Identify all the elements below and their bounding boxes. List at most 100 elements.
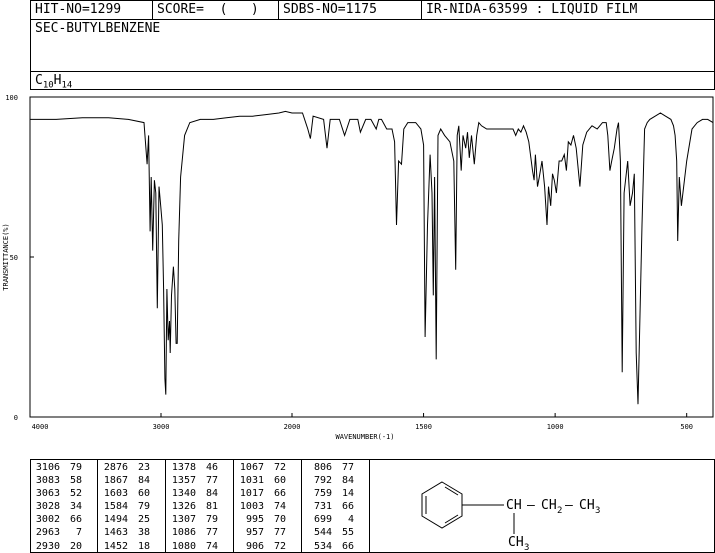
peak-transmittance: 66 xyxy=(341,540,354,552)
ch2-group: CH xyxy=(541,498,557,513)
x-axis-label: WAVENUMBER(-1) xyxy=(335,433,394,441)
peak-transmittance: 74 xyxy=(273,501,286,513)
y-tick-label: 0 xyxy=(14,414,18,422)
peak-wavenumber: 957 xyxy=(245,527,264,539)
peak-row: 1003 74 xyxy=(234,500,301,513)
x-tick-label: 2000 xyxy=(284,423,301,431)
peak-wavenumber: 1378 xyxy=(171,462,196,473)
peak-wavenumber: 1494 xyxy=(103,514,128,526)
peak-transmittance: 58 xyxy=(69,475,82,487)
peak-transmittance: 25 xyxy=(137,514,150,526)
peak-wavenumber: 3106 xyxy=(35,462,60,473)
peak-row: 1340 84 xyxy=(166,487,233,500)
x-tick-label: 3000 xyxy=(153,423,170,431)
peak-wavenumber: 995 xyxy=(245,514,264,526)
peak-wavenumber: 699 xyxy=(313,514,332,526)
peak-wavenumber: 1307 xyxy=(171,514,196,526)
peak-row: 3106 79 xyxy=(30,461,97,474)
ir-spectrum-chart: 4000 3000 2000 1500 1000 500100500 WAVENUMBER… xyxy=(2,94,714,441)
peak-wavenumber: 759 xyxy=(313,488,332,500)
peak-transmittance: 79 xyxy=(69,462,82,473)
peak-transmittance: 84 xyxy=(137,475,150,487)
peak-wavenumber: 1031 xyxy=(239,475,264,487)
peak-transmittance: 60 xyxy=(137,488,150,500)
peak-row: 1307 79 xyxy=(166,513,233,526)
peak-row: 2963 7 xyxy=(30,526,97,539)
peak-column: 806 77 792 84 759 14 731 66 699 4 544 55 534 66 xyxy=(302,460,370,552)
peak-wavenumber: 1357 xyxy=(171,475,196,487)
peak-row: 1378 46 xyxy=(166,461,233,474)
peak-transmittance: 77 xyxy=(341,462,354,473)
x-tick-label: 1500 xyxy=(415,423,432,431)
peak-wavenumber: 544 xyxy=(313,527,332,539)
peak-transmittance: 34 xyxy=(69,501,82,513)
peak-transmittance: 77 xyxy=(205,527,218,539)
peak-wavenumber: 2930 xyxy=(35,540,60,552)
peak-row: 1031 60 xyxy=(234,474,301,487)
branch-ch3-group: CH xyxy=(508,535,524,550)
x-tick-label: 4000 xyxy=(32,423,49,431)
bond-dash-2: — xyxy=(565,498,573,513)
peak-transmittance: 18 xyxy=(137,540,150,552)
peak-transmittance: 77 xyxy=(205,475,218,487)
peak-transmittance: 70 xyxy=(273,514,286,526)
peak-transmittance: 79 xyxy=(137,501,150,513)
peak-transmittance: 14 xyxy=(341,488,354,500)
peak-row: 699 4 xyxy=(302,513,369,526)
peak-wavenumber: 1003 xyxy=(239,501,264,513)
peak-transmittance: 38 xyxy=(137,527,150,539)
peak-transmittance: 7 xyxy=(75,527,82,539)
peak-wavenumber: 792 xyxy=(313,475,332,487)
peak-row: 1357 77 xyxy=(166,474,233,487)
peak-row: 3063 52 xyxy=(30,487,97,500)
peak-transmittance: 84 xyxy=(205,488,218,500)
peak-transmittance: 23 xyxy=(137,462,150,473)
peak-row: 1452 18 xyxy=(98,540,165,553)
peak-transmittance: 79 xyxy=(205,514,218,526)
peak-wavenumber: 1463 xyxy=(103,527,128,539)
axis-tick-labels: 4000 3000 2000 1500 1000 500100500 xyxy=(5,94,693,431)
peak-transmittance: 66 xyxy=(273,488,286,500)
peak-transmittance: 60 xyxy=(273,475,286,487)
peak-wavenumber: 1067 xyxy=(239,462,264,473)
peak-transmittance: 66 xyxy=(341,501,354,513)
peak-row: 995 70 xyxy=(234,513,301,526)
ch-group: CH xyxy=(506,498,522,513)
peak-row: 1584 79 xyxy=(98,500,165,513)
peak-transmittance: 20 xyxy=(69,540,82,552)
peak-row: 806 77 xyxy=(302,461,369,474)
bond-dash-1: — xyxy=(527,498,535,513)
peak-wavenumber: 2876 xyxy=(103,462,128,473)
peak-wavenumber: 534 xyxy=(313,540,332,552)
peak-row: 759 14 xyxy=(302,487,369,500)
peak-wavenumber: 3063 xyxy=(35,488,60,500)
structure-diagram: CH — CH 2 — CH 3 CH 3 xyxy=(421,481,600,552)
peak-wavenumber: 1603 xyxy=(103,488,128,500)
peak-wavenumber: 1326 xyxy=(171,501,196,513)
x-tick-label: 1000 xyxy=(547,423,564,431)
peak-transmittance: 74 xyxy=(205,540,218,552)
peak-row: 792 84 xyxy=(302,474,369,487)
peak-row: 3083 58 xyxy=(30,474,97,487)
peak-row: 906 72 xyxy=(234,540,301,553)
peak-transmittance: 66 xyxy=(69,514,82,526)
peak-row: 1867 84 xyxy=(98,474,165,487)
peak-transmittance: 81 xyxy=(205,501,218,513)
peak-column: 2876 23 1867 84 1603 60 1584 79 1494 25 1463 38 1452… xyxy=(98,460,166,552)
peak-transmittance: 72 xyxy=(273,540,286,552)
peak-row: 1603 60 xyxy=(98,487,165,500)
branch-ch3-subscript: 3 xyxy=(524,543,529,552)
peak-row: 1080 74 xyxy=(166,540,233,553)
peak-wavenumber: 1080 xyxy=(171,540,196,552)
peak-transmittance: 4 xyxy=(347,514,354,526)
ch3-group: CH xyxy=(579,498,595,513)
peak-row: 1463 38 xyxy=(98,526,165,539)
peak-column: 1378 46 1357 77 1340 84 1326 81 1307 79 1086 77 1080… xyxy=(166,460,234,552)
y-axis-label: TRANSMITTANCE(%) xyxy=(2,223,10,290)
peak-transmittance: 84 xyxy=(341,475,354,487)
peak-row: 957 77 xyxy=(234,526,301,539)
peak-wavenumber: 1340 xyxy=(171,488,196,500)
peak-wavenumber: 3083 xyxy=(35,475,60,487)
peak-wavenumber: 3002 xyxy=(35,514,60,526)
peak-row: 1494 25 xyxy=(98,513,165,526)
